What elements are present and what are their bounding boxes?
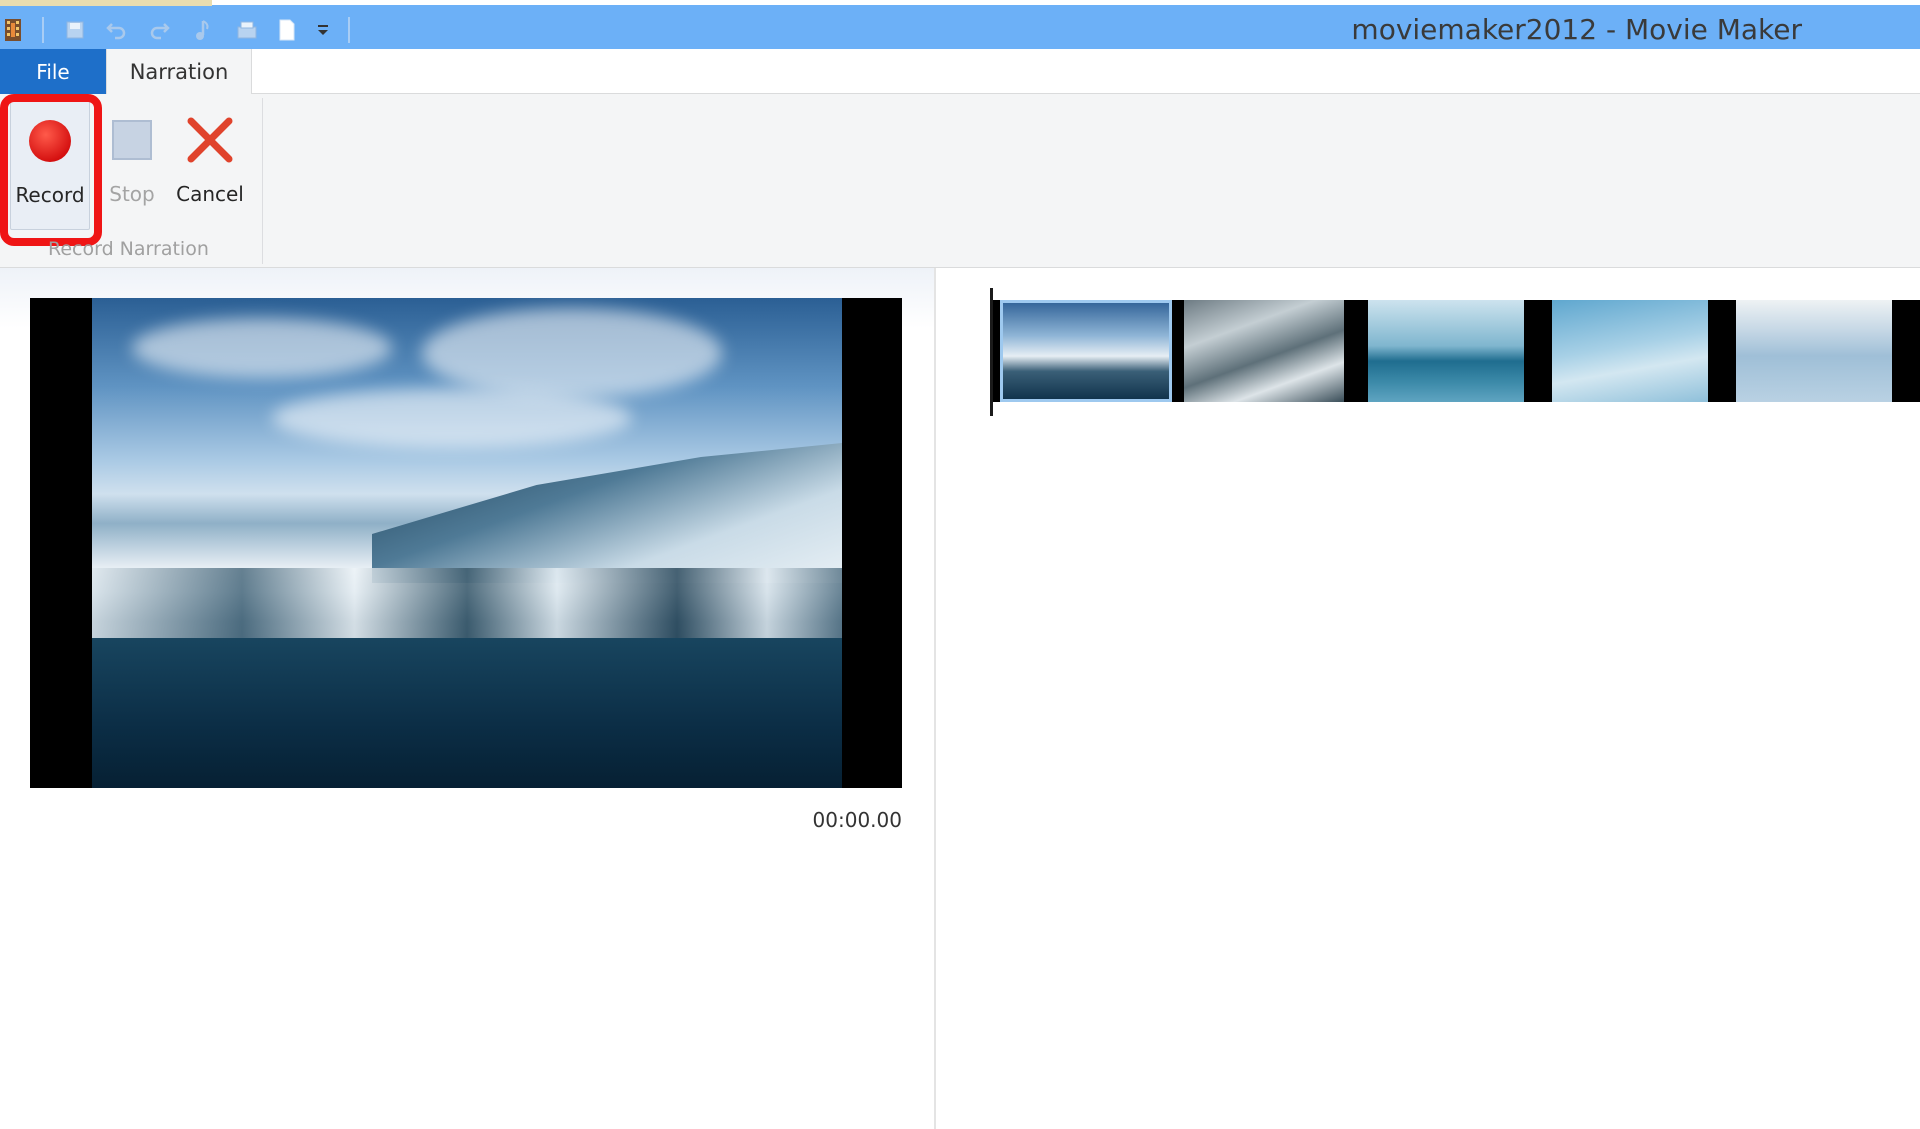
cancel-button[interactable]: Cancel [172, 100, 248, 230]
app-filmstrip-icon[interactable] [2, 19, 24, 41]
tab-narration[interactable]: Narration [106, 49, 252, 94]
stop-icon [104, 112, 160, 168]
undo-icon[interactable] [106, 19, 128, 41]
stop-label: Stop [109, 182, 155, 206]
clip-thumbnail[interactable] [1552, 300, 1708, 402]
record-button[interactable]: Record [10, 100, 90, 230]
music-icon[interactable] [192, 19, 214, 41]
clip-strip [992, 300, 1920, 402]
cancel-icon [182, 112, 238, 168]
preview-frame-waterfall [92, 298, 842, 788]
cancel-label: Cancel [176, 182, 244, 206]
clip-thumbnail[interactable] [1184, 300, 1344, 402]
title-bar: moviemaker2012 - Movie Maker [0, 0, 1920, 49]
ribbon: Record Stop Cancel Record Narration [0, 94, 1920, 268]
tab-file[interactable]: File [0, 49, 106, 94]
storyboard-pane [936, 268, 1920, 1129]
save-icon[interactable] [64, 19, 86, 41]
snapshot-icon[interactable] [236, 19, 258, 41]
clip-thumbnail[interactable] [1736, 300, 1892, 402]
ribbon-group-separator [262, 98, 263, 264]
quick-access-separator [348, 17, 350, 43]
preview-monitor[interactable] [30, 298, 902, 788]
customize-dropdown-icon[interactable] [312, 19, 334, 41]
redo-icon[interactable] [148, 19, 170, 41]
clip-thumbnail[interactable] [1000, 300, 1172, 402]
preview-pane: 00:00.00 [0, 268, 934, 1129]
window-title: moviemaker2012 - Movie Maker [1351, 13, 1802, 46]
ribbon-group-label: Record Narration [48, 238, 209, 260]
stop-button[interactable]: Stop [102, 100, 162, 230]
quick-access-separator [42, 17, 44, 43]
movie-maker-window: moviemaker2012 - Movie Maker File Narrat… [0, 0, 1920, 1129]
record-label: Record [15, 183, 85, 207]
timeline-playhead[interactable] [990, 288, 993, 416]
clip-thumbnail[interactable] [1368, 300, 1524, 402]
ribbon-tab-row: File Narration [0, 49, 1920, 94]
preview-timecode: 00:00.00 [812, 808, 902, 832]
new-project-icon[interactable] [276, 19, 298, 41]
record-icon [22, 113, 78, 169]
title-bar-decoration [0, 0, 212, 6]
